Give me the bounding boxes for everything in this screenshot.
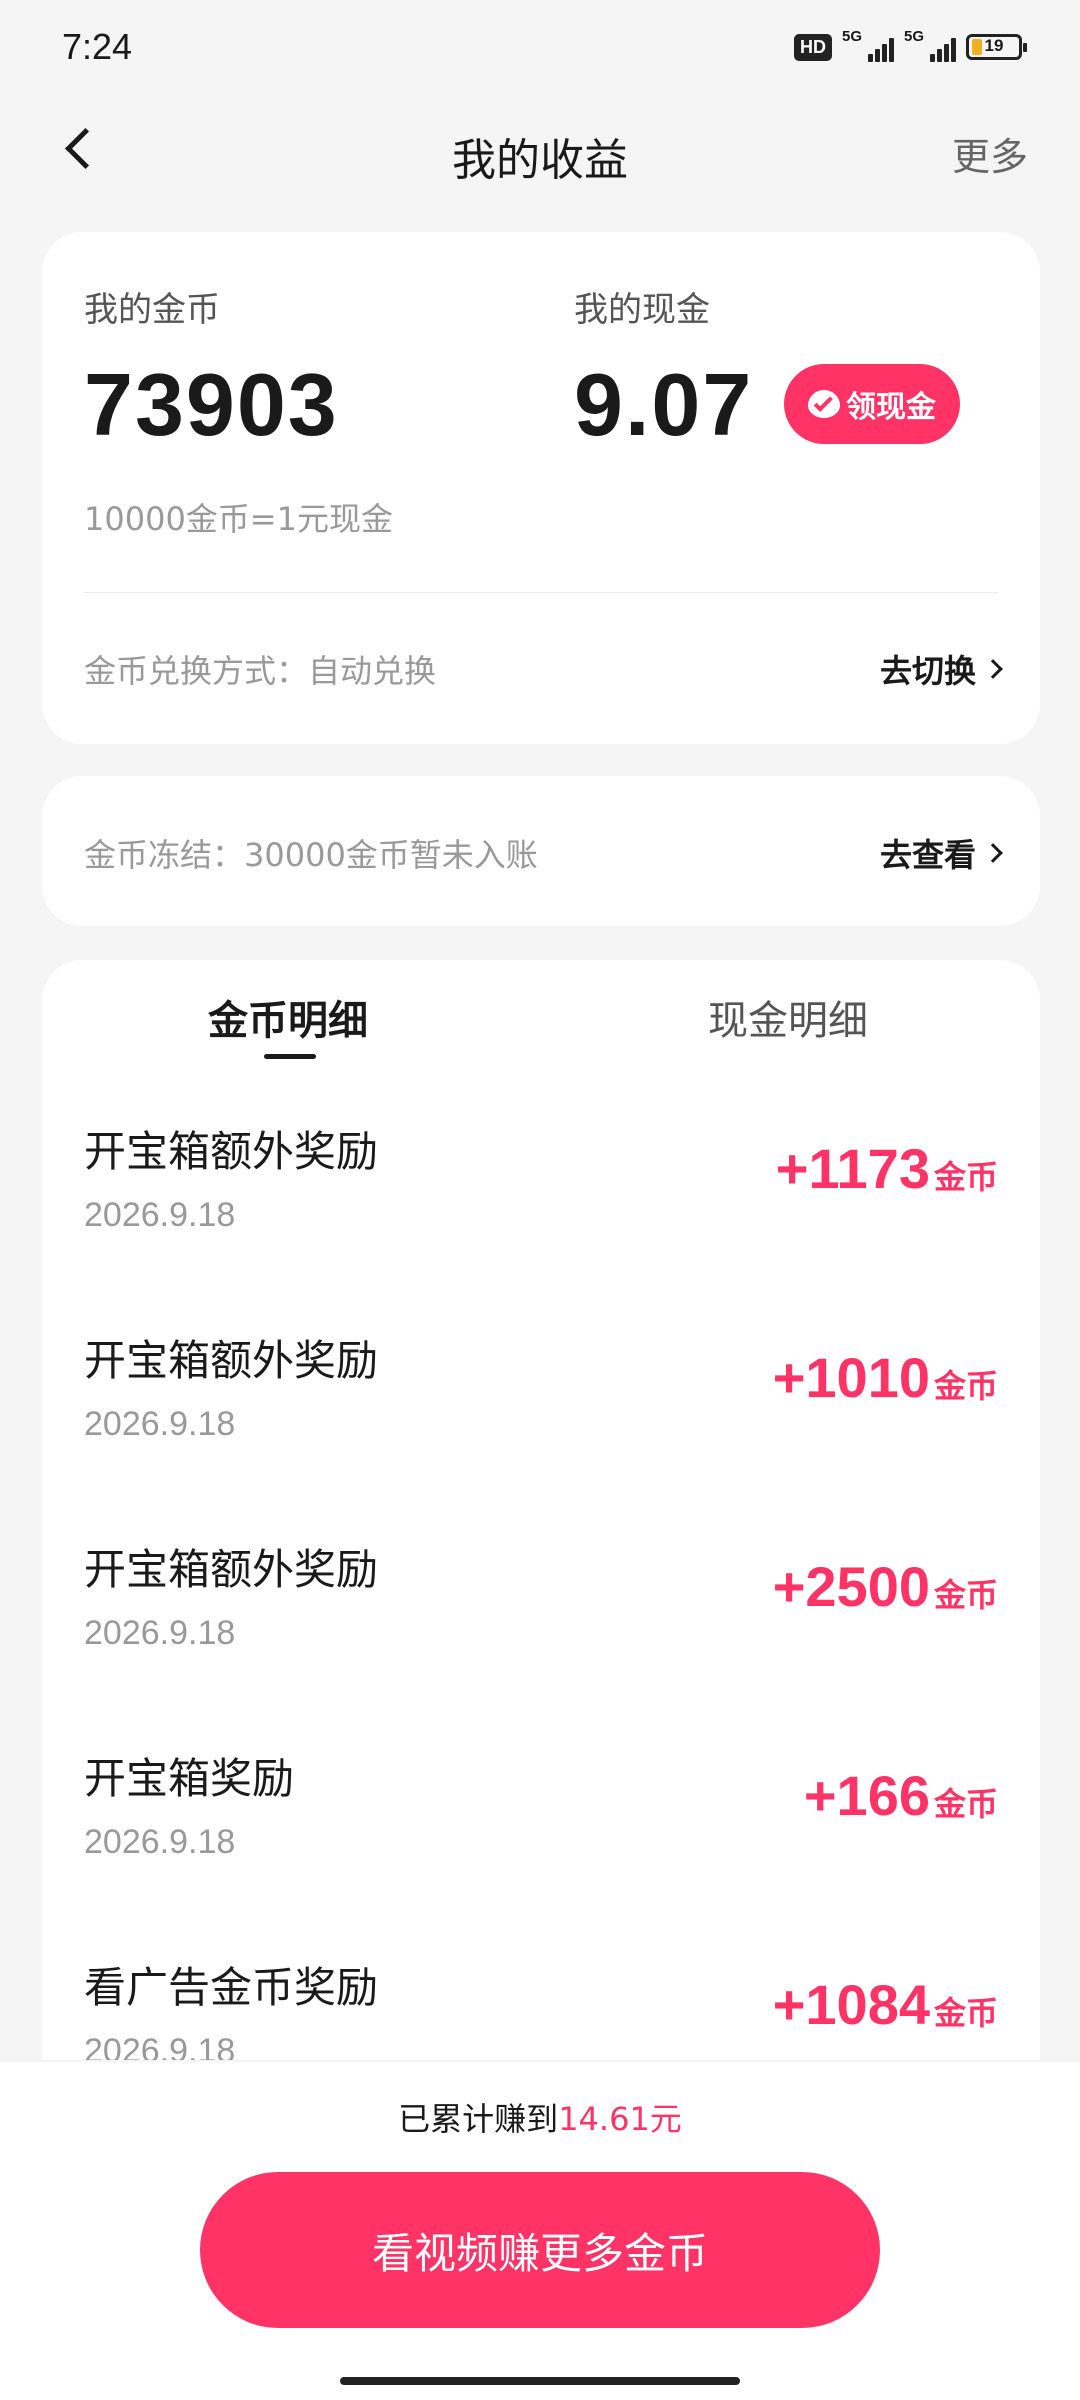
- cash-label: 我的现金: [574, 290, 710, 330]
- home-indicator[interactable]: [340, 2377, 740, 2385]
- status-bar: 7:24 HD 5G 5G 19: [0, 0, 1080, 96]
- list-item: 开宝箱额外奖励 2026.9.18 +1010 金币: [42, 1327, 1040, 1537]
- record-amount-unit: 金币: [933, 1785, 998, 1823]
- record-title: 看广告金币奖励: [84, 1963, 379, 2012]
- exchange-rate: 10000金币=1元现金: [84, 500, 393, 538]
- coins-label: 我的金币: [84, 290, 220, 330]
- record-amount-unit: 金币: [933, 1158, 998, 1196]
- tab-cash-detail[interactable]: 现金明细: [708, 988, 868, 1046]
- record-amount: +2500 金币: [773, 1554, 998, 1619]
- record-date: 2026.9.18: [84, 2032, 236, 2060]
- switch-mode-label: 去切换: [879, 652, 976, 690]
- chat-check-icon: [808, 390, 840, 418]
- record-amount-value: +2500: [772, 1555, 930, 1618]
- more-button[interactable]: 更多: [952, 126, 1028, 181]
- record-date: 2026.9.18: [84, 1823, 236, 1861]
- chevron-right-icon: [983, 843, 1003, 863]
- list-item: 开宝箱奖励 2026.9.18 +166 金币: [42, 1745, 1040, 1955]
- tab-coins-detail[interactable]: 金币明细: [208, 988, 368, 1046]
- record-title: 开宝箱额外奖励: [84, 1127, 379, 1176]
- total-earned: 已累计赚到14.61元: [0, 2094, 1080, 2140]
- list-item: 开宝箱额外奖励 2026.9.18 +1173 金币: [42, 1118, 1040, 1328]
- record-title: 开宝箱额外奖励: [84, 1545, 379, 1594]
- details-card: 金币明细 现金明细 开宝箱额外奖励 2026.9.18 +1173 金币 开宝箱…: [42, 960, 1040, 2060]
- record-title: 开宝箱额外奖励: [84, 1336, 379, 1385]
- signal-icon: 5G: [842, 28, 894, 62]
- record-amount-unit: 金币: [933, 1367, 998, 1405]
- record-amount: +1010 金币: [773, 1345, 998, 1410]
- record-amount-unit: 金币: [933, 1994, 998, 2032]
- divider: [84, 592, 998, 593]
- wallet-card: 我的金币 73903 我的现金 9.07 领现金 10000金币=1元现金 金币…: [42, 232, 1040, 744]
- record-title: 开宝箱奖励: [84, 1754, 295, 1803]
- frozen-coins-text: 金币冻结：30000金币暂未入账: [84, 836, 538, 874]
- status-icons: HD 5G 5G 19: [794, 28, 1027, 62]
- tab-indicator: [264, 1054, 316, 1059]
- total-earned-value: 14.61元: [558, 2100, 682, 2138]
- battery-icon: 19: [966, 34, 1027, 60]
- bottom-bar: 已累计赚到14.61元 看视频赚更多金币: [0, 2062, 1080, 2400]
- record-amount: +1084 金币: [773, 1972, 998, 2037]
- frozen-coins-card: 金币冻结：30000金币暂未入账 去查看: [42, 776, 1040, 926]
- record-amount-value: +1084: [772, 1973, 930, 2036]
- page-title: 我的收益: [452, 135, 628, 186]
- view-frozen-link[interactable]: 去查看: [879, 830, 1003, 876]
- watch-video-button[interactable]: 看视频赚更多金币: [200, 2172, 880, 2328]
- coins-balance: 73903: [84, 355, 339, 454]
- record-amount: +1173 金币: [776, 1136, 998, 1201]
- switch-mode-link[interactable]: 去切换: [879, 646, 1003, 692]
- record-amount-value: +1173: [775, 1137, 930, 1200]
- battery-level: 19: [984, 36, 1004, 55]
- cash-balance: 9.07: [574, 355, 754, 454]
- record-amount-value: +166: [803, 1764, 930, 1827]
- record-amount-value: +1010: [772, 1346, 930, 1409]
- record-amount: +166 金币: [804, 1763, 998, 1828]
- record-amount-unit: 金币: [933, 1576, 998, 1614]
- record-date: 2026.9.18: [84, 1405, 236, 1443]
- claim-cash-label: 领现金: [846, 390, 936, 425]
- record-date: 2026.9.18: [84, 1614, 236, 1652]
- network-type-label: 5G: [842, 28, 863, 45]
- chevron-right-icon: [983, 659, 1003, 679]
- exchange-mode: 金币兑换方式：自动兑换: [84, 652, 437, 690]
- signal-icon-2: 5G: [904, 28, 956, 62]
- status-time: 7:24: [62, 26, 133, 67]
- hd-voice-icon: HD: [794, 33, 832, 61]
- record-date: 2026.9.18: [84, 1196, 236, 1234]
- total-earned-prefix: 已累计赚到: [398, 2100, 559, 2138]
- list-item: 开宝箱额外奖励 2026.9.18 +2500 金币: [42, 1536, 1040, 1746]
- view-frozen-label: 去查看: [879, 836, 976, 874]
- list-item: 看广告金币奖励 2026.9.18 +1084 金币: [42, 1954, 1040, 2060]
- nav-bar: 我的收益 更多: [0, 96, 1080, 216]
- claim-cash-button[interactable]: 领现金: [784, 364, 960, 444]
- network-type-label-2: 5G: [904, 28, 925, 45]
